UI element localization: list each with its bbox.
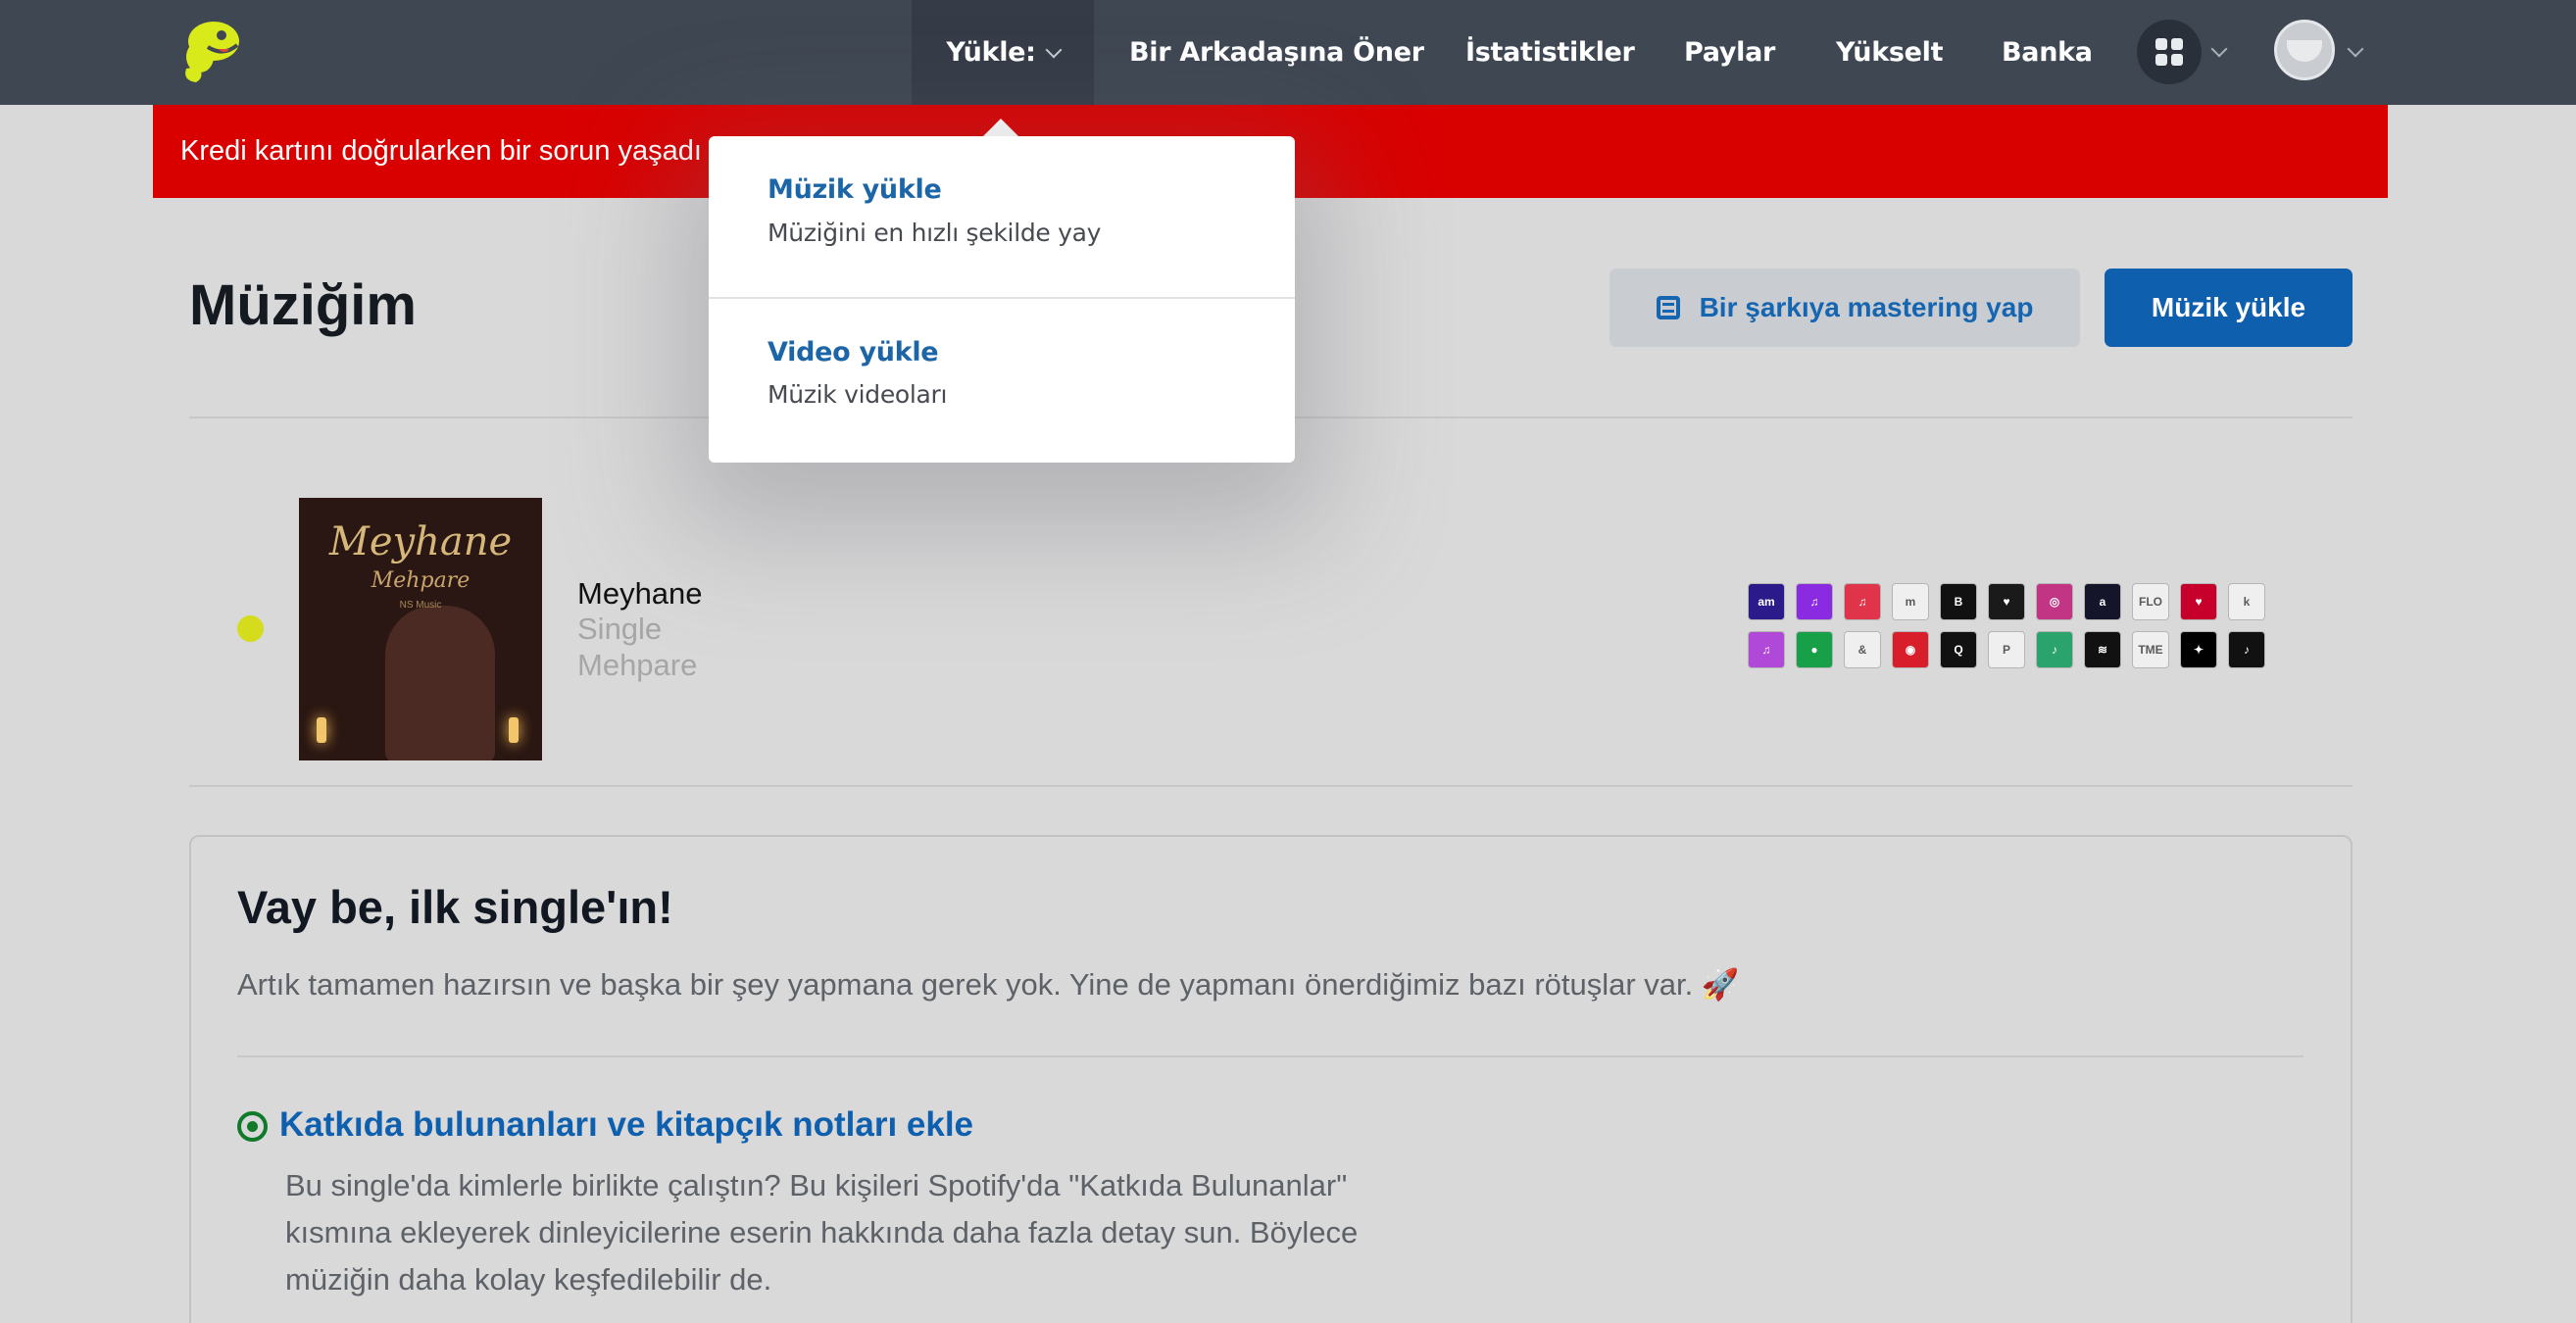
mm-icon[interactable]: m (1892, 583, 1929, 620)
add-credits-link[interactable]: Katkıda bulunanları ve kitapçık notları … (279, 1105, 973, 1145)
spotify-icon[interactable]: ≋ (2084, 631, 2121, 668)
dropdown-item-music-upload[interactable]: Müzik yükle Müziğini en hızlı şekilde ya… (709, 136, 1295, 299)
dropdown-item-description: Müzik videoları (768, 380, 948, 409)
dropdown-arrow (983, 119, 1018, 136)
qobuz-icon[interactable]: Q (1940, 631, 1977, 668)
dropdown-item-title: Video yükle (768, 337, 939, 368)
qobuz-orange-icon[interactable]: & (1844, 631, 1881, 668)
store-icons-grid: am ♫ ♫ m B ♥ ◎ a FLO ♥ k ♫ ● & ◉ Q P ♪ ≋ TME ✦ ♪ (1748, 583, 2269, 668)
amazon-music-icon[interactable]: am (1748, 583, 1785, 620)
upload-dropdown-menu: Müzik yükle Müziğini en hızlı şekilde ya… (709, 136, 1295, 463)
cover-label: NS Music (399, 600, 442, 611)
top-navbar: Yükle: Bir Arkadaşına Öner İstatistikler… (0, 0, 2576, 105)
user-avatar-icon[interactable] (2274, 20, 2335, 80)
nav-upgrade[interactable]: Yükselt (1836, 0, 1944, 105)
dropdown-item-title: Müzik yükle (768, 174, 942, 205)
release-title[interactable]: Meyhane (577, 576, 703, 612)
kkbox-icon[interactable]: k (2228, 583, 2265, 620)
dropdown-item-video-upload[interactable]: Video yükle Müzik videoları (709, 300, 1295, 463)
iheartradio-icon[interactable]: ♥ (2180, 583, 2217, 620)
anghami-icon[interactable]: ♫ (1796, 583, 1833, 620)
nav-bank[interactable]: Banka (2002, 0, 2093, 105)
apple-music-icon[interactable]: ♫ (1844, 583, 1881, 620)
task-description: Bu single'da kimlerle birlikte çalıştın?… (285, 1168, 1359, 1297)
boomplay-icon[interactable]: B (1940, 583, 1977, 620)
cover-artist-figure (385, 606, 495, 760)
dropdown-item-description: Müziğini en hızlı şekilde yay (768, 219, 1102, 247)
nav-refer-friend[interactable]: Bir Arkadaşına Öner (1129, 0, 1424, 105)
cover-artist: Mehpare (371, 568, 471, 593)
mastering-icon (1656, 296, 1680, 319)
instagram-icon[interactable]: ◎ (2036, 583, 2073, 620)
mastering-button-label: Bir şarkıya mastering yap (1699, 292, 2034, 322)
divider (237, 1055, 2304, 1057)
alert-text: Kredi kartını doğrularken bir sorun yaşa… (180, 135, 702, 167)
tme-icon[interactable]: TME (2132, 631, 2169, 668)
nav-upload-label: Yükle: (946, 37, 1036, 68)
audiomack-icon[interactable]: ● (1796, 631, 1833, 668)
card-title: Vay be, ilk single'ın! (237, 881, 673, 933)
cover-candle (509, 717, 519, 743)
apps-grid-icon (2155, 38, 2183, 66)
pandora-icon[interactable]: P (1988, 631, 2025, 668)
flo-icon[interactable]: FLO (2132, 583, 2169, 620)
cover-candle (317, 717, 326, 743)
nav-upload-menu[interactable]: Yükle: (912, 0, 1094, 105)
nav-statistics[interactable]: İstatistikler (1465, 0, 1635, 105)
tiktok-icon[interactable]: ♪ (2228, 631, 2265, 668)
tidal-icon[interactable]: ✦ (2180, 631, 2217, 668)
cover-title: Meyhane (328, 519, 513, 564)
itunes-icon[interactable]: ♫ (1748, 631, 1785, 668)
jiosaavn-icon[interactable]: ♪ (2036, 631, 2073, 668)
chevron-down-icon[interactable] (2210, 40, 2228, 58)
radio-target-icon (237, 1111, 268, 1142)
distrokid-mascot-icon[interactable] (178, 18, 243, 84)
divider (189, 785, 2353, 787)
album-cover[interactable]: Meyhane Mehpare NS Music (299, 498, 542, 760)
netease-icon[interactable]: ◉ (1892, 631, 1929, 668)
release-type: Single (577, 612, 663, 646)
upload-music-button[interactable]: Müzik yükle (2105, 269, 2353, 347)
card-description: Artık tamamen hazırsın ve başka bir şey … (237, 967, 1740, 1002)
adaptr-icon[interactable]: a (2084, 583, 2121, 620)
chevron-down-icon (1045, 41, 1063, 58)
page-title: Müziğim (189, 273, 417, 337)
chevron-down-icon[interactable] (2347, 40, 2364, 58)
mastering-button[interactable]: Bir şarkıya mastering yap (1610, 269, 2080, 347)
release-artist: Mehpare (577, 648, 698, 682)
deezer-icon[interactable]: ♥ (1988, 583, 2025, 620)
apps-menu-button[interactable] (2137, 20, 2202, 84)
nav-shares[interactable]: Paylar (1684, 0, 1775, 105)
release-status-dot (237, 615, 264, 642)
